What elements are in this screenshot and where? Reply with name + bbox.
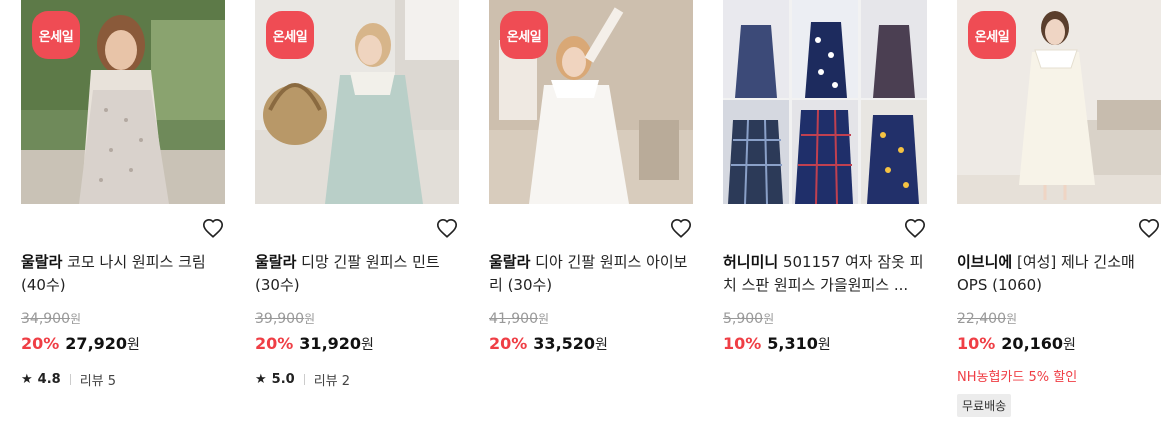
original-price: 41,900원 <box>489 311 550 327</box>
discount-rate: 10% <box>957 334 996 353</box>
sale-price: 27,920 <box>65 334 128 353</box>
product-image[interactable]: 온세일 <box>957 0 1161 204</box>
sale-price-row: 20% 31,920원 <box>255 334 374 353</box>
discount-rate: 20% <box>489 334 528 353</box>
product-card[interactable]: 허니미니 501157 여자 잠옷 피치 스판 원피스 가을원피스 ... 5,… <box>723 0 927 353</box>
original-price: 22,400원 <box>957 311 1018 327</box>
review-count: 리뷰 2 <box>313 374 351 389</box>
product-card[interactable]: 온세일 울랄라 코모 나시 원피스 크림 (40수) 34,900원 20% 27… <box>21 0 225 389</box>
on-sale-badge: 온세일 <box>500 11 548 59</box>
discount-rate: 20% <box>255 334 294 353</box>
brand-name: 울랄라 <box>21 253 63 271</box>
product-title[interactable]: 이브니에 [여성] 제나 긴소매 OPS (1060) <box>957 251 1162 297</box>
sale-price-row: 10% 5,310원 <box>723 334 831 353</box>
product-title[interactable]: 울랄라 코모 나시 원피스 크림 (40수) <box>21 251 231 297</box>
product-card[interactable]: 온세일 울랄라 디아 긴팔 원피스 아이보리 (30수) 41,900원 20%… <box>489 0 693 353</box>
discount-rate: 10% <box>723 334 762 353</box>
on-sale-badge: 온세일 <box>32 11 80 59</box>
product-title[interactable]: 허니미니 501157 여자 잠옷 피치 스판 원피스 가을원피스 ... <box>723 251 933 297</box>
rating-score: 4.8 <box>37 372 61 387</box>
card-promo-text: NH농협카드 5% 할인 <box>957 370 1078 385</box>
product-title[interactable]: 울랄라 디망 긴팔 원피스 민트 (30수) <box>255 251 465 297</box>
review-count: 리뷰 5 <box>79 374 117 389</box>
heart-icon[interactable] <box>1138 218 1160 240</box>
sale-price-row: 10% 20,160원 <box>957 334 1076 353</box>
brand-name: 허니미니 <box>723 253 779 271</box>
sale-price-row: 20% 27,920원 <box>21 334 140 353</box>
product-card[interactable]: 온세일 울랄라 디망 긴팔 원피스 민트 (30수) 39,900원 20% 31… <box>255 0 459 389</box>
product-image[interactable]: 온세일 <box>489 0 693 204</box>
heart-icon[interactable] <box>202 218 224 240</box>
heart-icon[interactable] <box>436 218 458 240</box>
on-sale-badge: 온세일 <box>266 11 314 59</box>
sale-price: 33,520 <box>533 334 596 353</box>
brand-name: 울랄라 <box>255 253 297 271</box>
brand-name: 이브니에 <box>957 253 1013 271</box>
divider <box>303 374 305 385</box>
product-title[interactable]: 울랄라 디아 긴팔 원피스 아이보리 (30수) <box>489 251 699 297</box>
original-price: 34,900원 <box>21 311 82 327</box>
star-icon: ★ <box>255 372 267 387</box>
sale-price-row: 20% 33,520원 <box>489 334 608 353</box>
sale-price: 20,160 <box>1001 334 1064 353</box>
sale-price: 5,310 <box>767 334 818 353</box>
product-image[interactable]: 온세일 <box>21 0 225 204</box>
discount-rate: 20% <box>21 334 60 353</box>
product-grid: 온세일 울랄라 코모 나시 원피스 크림 (40수) 34,900원 20% 27… <box>0 0 1172 425</box>
product-image[interactable]: 온세일 <box>255 0 459 204</box>
rating-row: ★ 5.0 리뷰 2 <box>255 370 350 389</box>
original-price: 39,900원 <box>255 311 316 327</box>
sale-price: 31,920 <box>299 334 362 353</box>
star-icon: ★ <box>21 372 33 387</box>
heart-icon[interactable] <box>670 218 692 240</box>
divider <box>69 374 71 385</box>
on-sale-badge: 온세일 <box>968 11 1016 59</box>
product-image[interactable] <box>723 0 927 204</box>
heart-icon[interactable] <box>904 218 926 240</box>
rating-row: ★ 4.8 리뷰 5 <box>21 370 116 389</box>
brand-name: 울랄라 <box>489 253 531 271</box>
product-card[interactable]: 온세일 이브니에 [여성] 제나 긴소매 OPS (1060) 22,400원 … <box>957 0 1161 417</box>
free-shipping-tag: 무료배송 <box>957 394 1012 417</box>
rating-score: 5.0 <box>271 372 295 387</box>
original-price: 5,900원 <box>723 311 775 327</box>
